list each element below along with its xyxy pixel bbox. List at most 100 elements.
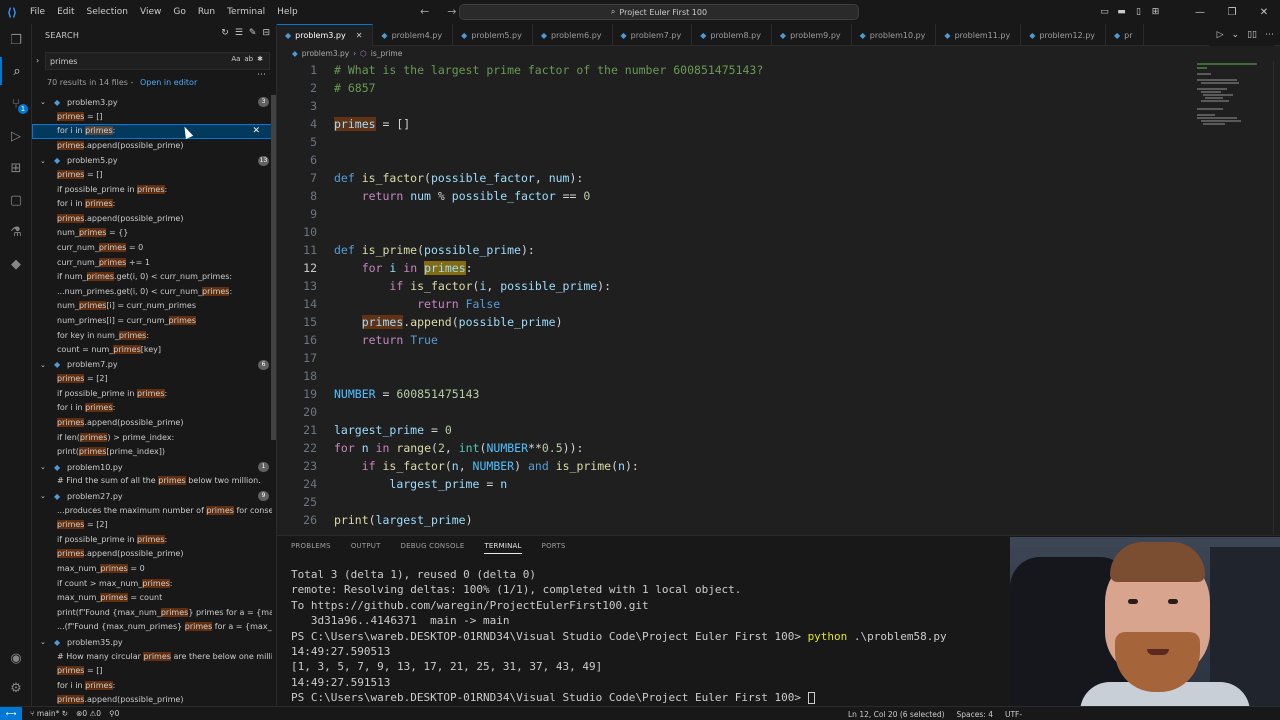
chevron-down-icon[interactable]: ⌄	[40, 463, 46, 471]
result-match-line[interactable]: primes = []	[32, 664, 272, 679]
new-search-editor-icon[interactable]: ✎	[249, 28, 257, 38]
sidebar-scrollbar[interactable]	[271, 95, 276, 440]
command-center-search[interactable]: ⌕ Project Euler First 100	[459, 4, 859, 20]
cursor-position[interactable]: Ln 12, Col 20 (6 selected)	[848, 710, 945, 719]
toggle-replace-chevron-icon[interactable]: ›	[36, 56, 39, 65]
result-match-line[interactable]: primes.append(possible_prime)	[32, 693, 272, 706]
minimize-icon[interactable]: —	[1184, 7, 1216, 18]
result-file[interactable]: ⌄ ◆ problem35.py	[32, 635, 272, 650]
toggle-panel-icon[interactable]: ▬	[1113, 7, 1130, 17]
minimap[interactable]	[1195, 61, 1273, 534]
result-match-line[interactable]: primes = [2]	[32, 372, 272, 387]
breadcrumb-symbol[interactable]: is_prime	[371, 49, 403, 58]
collapse-all-icon[interactable]: ⊟	[262, 28, 270, 38]
result-match-line[interactable]: # How many circular primes are there bel…	[32, 650, 272, 665]
chevron-down-icon[interactable]: ⌄	[40, 638, 46, 646]
menu-terminal[interactable]: Terminal	[221, 0, 271, 24]
terminal-output[interactable]: Total 3 (delta 1), reused 0 (delta 0) re…	[291, 567, 1011, 706]
search-icon[interactable]: ⌕	[0, 57, 32, 85]
docker-icon[interactable]: ◆	[0, 250, 32, 278]
result-match-line[interactable]: print(primes[prime_index])	[32, 445, 272, 460]
extensions-icon[interactable]: ⊞	[0, 154, 32, 182]
result-match-line[interactable]: if len(primes) > prime_index:	[32, 431, 272, 446]
use-regex-icon[interactable]: ✱	[257, 55, 263, 63]
result-match-line[interactable]: num_primes[i] = curr_num_primes	[32, 314, 272, 329]
result-match-line[interactable]: if possible_prime in primes:	[32, 533, 272, 548]
run-debug-icon[interactable]: ▷	[0, 122, 32, 150]
editor-tab[interactable]: ◆ pr	[1106, 24, 1144, 46]
match-whole-word-toggle[interactable]: ab	[244, 55, 253, 63]
result-match-line[interactable]: primes.append(possible_prime)	[32, 547, 272, 562]
menu-selection[interactable]: Selection	[81, 0, 134, 24]
result-match-line[interactable]: ...num_primes.get(i, 0) < curr_num_prime…	[32, 285, 272, 300]
run-dropdown-chevron-icon[interactable]: ⌄	[1232, 30, 1240, 40]
panel-tab[interactable]: OUTPUT	[351, 542, 381, 554]
git-branch[interactable]: ⑂ main* ↻	[30, 709, 68, 718]
result-match-line[interactable]: num_primes = {}	[32, 226, 272, 241]
editor-tab[interactable]: ◆ problem7.py	[613, 24, 693, 46]
more-actions-icon[interactable]: ⋯	[1265, 30, 1274, 40]
result-match-line[interactable]: if count > max_num_primes:	[32, 577, 272, 592]
result-match-line[interactable]: for i in primes: ✕	[32, 124, 272, 139]
chevron-down-icon[interactable]: ⌄	[40, 492, 46, 500]
result-match-line[interactable]: for key in num_primes:	[32, 329, 272, 344]
editor-tab[interactable]: ◆ problem6.py	[533, 24, 613, 46]
panel-tab[interactable]: PROBLEMS	[291, 542, 331, 554]
clear-results-icon[interactable]: ☰	[235, 28, 243, 38]
indentation[interactable]: Spaces: 4	[957, 710, 993, 719]
result-match-line[interactable]: primes.append(possible_prime)	[32, 212, 272, 227]
breadcrumb-file[interactable]: problem3.py	[302, 49, 349, 58]
chevron-down-icon[interactable]: ⌄	[40, 157, 46, 165]
menu-edit[interactable]: Edit	[51, 0, 80, 24]
result-match-line[interactable]: max_num_primes = count	[32, 591, 272, 606]
explorer-icon[interactable]: ❐	[0, 26, 32, 54]
run-python-icon[interactable]: ▷	[1217, 30, 1224, 40]
editor-tab[interactable]: ◆ problem11.py	[936, 24, 1022, 46]
customize-layout-icon[interactable]: ⊞	[1147, 7, 1164, 17]
panel-tab[interactable]: TERMINAL	[484, 542, 522, 554]
result-match-line[interactable]: # Find the sum of all the primes below t…	[32, 474, 272, 489]
more-options-icon[interactable]: ⋯	[257, 70, 266, 80]
open-in-editor-link[interactable]: Open in editor	[140, 78, 197, 87]
result-match-line[interactable]: primes.append(possible_prime)	[32, 416, 272, 431]
account-icon[interactable]: ◉	[0, 644, 32, 672]
manage-gear-icon[interactable]: ⚙	[0, 674, 32, 702]
result-match-line[interactable]: for i in primes:	[32, 197, 272, 212]
menu-run[interactable]: Run	[192, 0, 221, 24]
editor-tab[interactable]: ◆ problem12.py	[1021, 24, 1107, 46]
result-match-line[interactable]: for i in primes:	[32, 679, 272, 694]
forward-arrow-icon[interactable]: →	[447, 0, 456, 24]
source-control-icon[interactable]: ⑂ 1	[0, 90, 32, 118]
result-match-line[interactable]: if possible_prime in primes:	[32, 183, 272, 198]
result-match-line[interactable]: curr_num_primes = 0	[32, 241, 272, 256]
maximize-icon[interactable]: ❐	[1216, 7, 1248, 18]
result-match-line[interactable]: curr_num_primes += 1	[32, 256, 272, 271]
refresh-icon[interactable]: ↻	[221, 28, 229, 38]
result-file[interactable]: ⌄ ◆ problem27.py 9	[32, 489, 272, 504]
toggle-sidebar-icon[interactable]: ▭	[1096, 7, 1113, 17]
back-arrow-icon[interactable]: ←	[420, 0, 429, 24]
testing-icon[interactable]: ⚗	[0, 218, 32, 246]
result-match-line[interactable]: ...produces the maximum number of primes…	[32, 504, 272, 519]
result-match-line[interactable]: primes.append(possible_prime)	[32, 139, 272, 154]
result-match-line[interactable]: for i in primes:	[32, 401, 272, 416]
result-match-line[interactable]: primes = []	[32, 110, 272, 125]
problems-indicator[interactable]: ⊗0 ⚠0	[76, 709, 101, 718]
menu-view[interactable]: View	[134, 0, 167, 24]
result-file[interactable]: ⌄ ◆ problem10.py 1	[32, 460, 272, 475]
result-match-line[interactable]: ...(f"Found {max_num_primes} primes for …	[32, 620, 272, 635]
panel-tab[interactable]: DEBUG CONSOLE	[401, 542, 465, 554]
result-match-line[interactable]: primes = [2]	[32, 518, 272, 533]
close-tab-icon[interactable]: ✕	[356, 31, 363, 40]
result-match-line[interactable]: num_primes[i] = curr_num_primes	[32, 299, 272, 314]
editor-scrollbar[interactable]	[1273, 61, 1280, 534]
result-match-line[interactable]: if num_primes.get(i, 0) < curr_num_prime…	[32, 270, 272, 285]
editor-tab[interactable]: ◆ problem4.py	[373, 24, 454, 46]
menu-file[interactable]: File	[24, 0, 51, 24]
result-file[interactable]: ⌄ ◆ problem5.py 13	[32, 153, 272, 168]
result-match-line[interactable]: if possible_prime in primes:	[32, 387, 272, 402]
editor-tab[interactable]: ◆ problem10.py	[852, 24, 937, 46]
editor-tab[interactable]: ◆ problem3.py ✕	[277, 24, 374, 46]
remote-explorer-icon[interactable]: ▢	[0, 186, 32, 214]
file-encoding[interactable]: UTF-	[1005, 710, 1022, 719]
